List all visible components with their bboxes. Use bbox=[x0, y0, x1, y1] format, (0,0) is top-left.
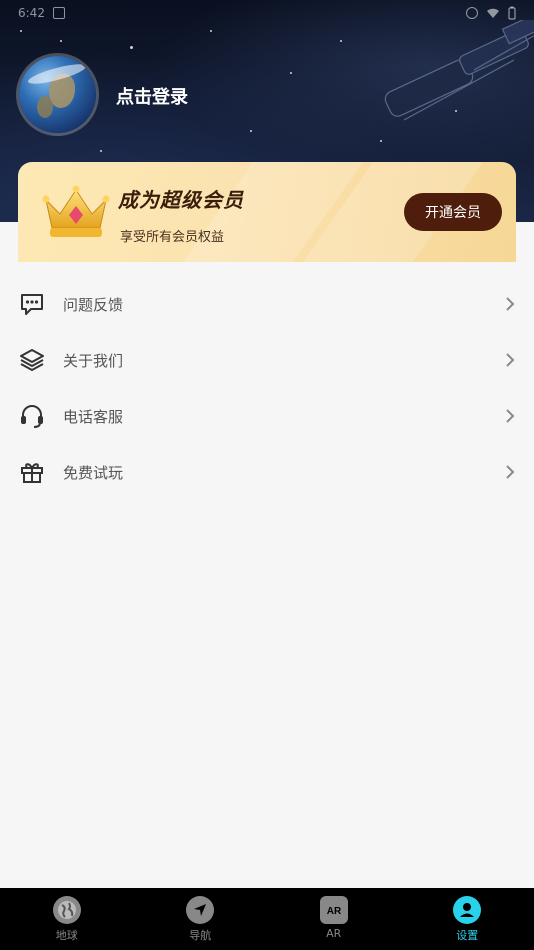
tab-navigation[interactable]: 导航 bbox=[134, 888, 268, 950]
space-station-graphic bbox=[384, 20, 534, 121]
login-button[interactable]: 点击登录 bbox=[116, 83, 188, 109]
tab-ar[interactable]: AR AR bbox=[267, 888, 401, 950]
star bbox=[100, 150, 102, 152]
activate-vip-button[interactable]: 开通会员 bbox=[404, 193, 502, 231]
user-icon bbox=[453, 896, 482, 924]
crown-icon bbox=[42, 185, 110, 237]
vip-banner[interactable]: 成为超级会员 享受所有会员权益 开通会员 bbox=[18, 162, 516, 262]
menu-item-label: 关于我们 bbox=[63, 351, 124, 370]
layers-icon bbox=[19, 347, 45, 373]
bottom-tab-bar: 地球 导航 AR AR 设置 bbox=[0, 888, 534, 950]
menu-item-about[interactable]: 关于我们 bbox=[0, 332, 534, 388]
chevron-right-icon bbox=[503, 295, 517, 313]
star bbox=[20, 30, 22, 32]
chevron-right-icon bbox=[503, 407, 517, 425]
gift-icon bbox=[19, 459, 45, 485]
star bbox=[250, 130, 252, 132]
menu-item-label: 电话客服 bbox=[63, 407, 124, 426]
ar-icon: AR bbox=[319, 896, 348, 924]
tab-label: AR bbox=[326, 927, 342, 940]
wifi-icon bbox=[487, 8, 499, 18]
vip-title: 成为超级会员 bbox=[118, 188, 244, 212]
alarm-icon bbox=[466, 7, 478, 19]
notification-icon bbox=[52, 7, 65, 19]
menu-item-label: 免费试玩 bbox=[63, 463, 124, 482]
globe-icon bbox=[52, 896, 81, 924]
menu-item-phone-support[interactable]: 电话客服 bbox=[0, 388, 534, 444]
star bbox=[130, 46, 133, 49]
star bbox=[210, 30, 212, 32]
tab-earth[interactable]: 地球 bbox=[0, 888, 134, 950]
status-bar: 6:42 bbox=[0, 0, 534, 26]
star bbox=[380, 140, 382, 142]
tab-settings[interactable]: 设置 bbox=[401, 888, 534, 950]
status-time: 6:42 bbox=[18, 6, 45, 20]
star bbox=[340, 40, 342, 42]
svg-text:AR: AR bbox=[327, 906, 342, 917]
feedback-chat-icon bbox=[19, 291, 45, 317]
chevron-right-icon bbox=[503, 463, 517, 481]
navigation-icon bbox=[186, 896, 215, 924]
tab-label: 导航 bbox=[189, 929, 212, 942]
star bbox=[60, 40, 62, 42]
avatar[interactable] bbox=[19, 56, 96, 133]
settings-menu: 问题反馈 关于我们 电话客服 免费试玩 bbox=[0, 276, 534, 500]
menu-item-label: 问题反馈 bbox=[63, 295, 124, 314]
menu-item-feedback[interactable]: 问题反馈 bbox=[0, 276, 534, 332]
settings-page: 6:42 点击登录 成为超级会员 享受所有会员权益 开通会员 问题反馈 关于我们… bbox=[0, 0, 534, 950]
tab-label: 设置 bbox=[456, 929, 479, 942]
menu-item-free-trial[interactable]: 免费试玩 bbox=[0, 444, 534, 500]
headset-icon bbox=[19, 403, 45, 429]
vip-subtitle: 享受所有会员权益 bbox=[120, 230, 225, 245]
battery-icon bbox=[508, 6, 516, 20]
tab-label: 地球 bbox=[55, 929, 78, 942]
star bbox=[290, 72, 292, 74]
chevron-right-icon bbox=[503, 351, 517, 369]
